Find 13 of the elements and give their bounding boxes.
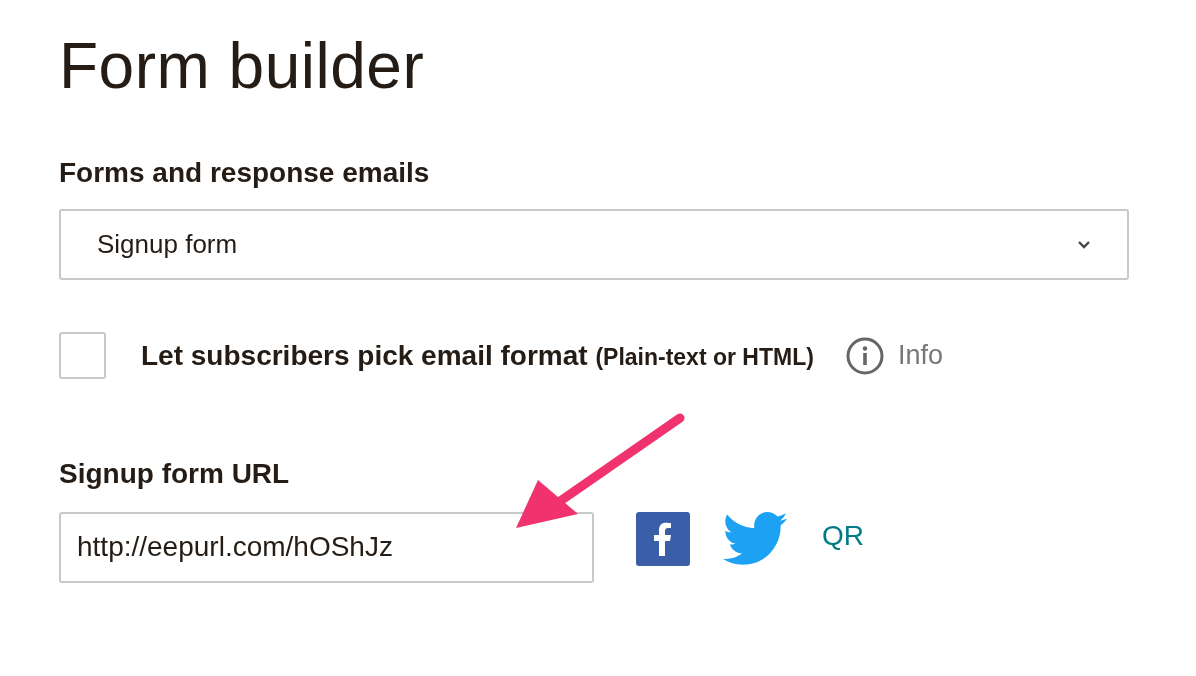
chevron-down-icon (1077, 239, 1091, 249)
form-select[interactable]: Signup form (59, 208, 1129, 280)
page-title: Form builder (59, 29, 426, 104)
section-label: Forms and response emails (59, 156, 430, 189)
url-field[interactable]: http://eepurl.com/hOShJz (59, 511, 594, 583)
section-label: Signup form URL (59, 457, 290, 490)
facebook-icon[interactable] (636, 511, 690, 566)
bird-icon[interactable] (722, 511, 788, 566)
info-link[interactable]: Info (897, 340, 943, 372)
qr-link[interactable]: QR (822, 519, 864, 552)
checkbox[interactable] (59, 332, 106, 380)
info-icon[interactable] (845, 336, 884, 375)
checkbox-label: Let subscribers pick email format (Plain-text or HTML) (141, 339, 814, 372)
